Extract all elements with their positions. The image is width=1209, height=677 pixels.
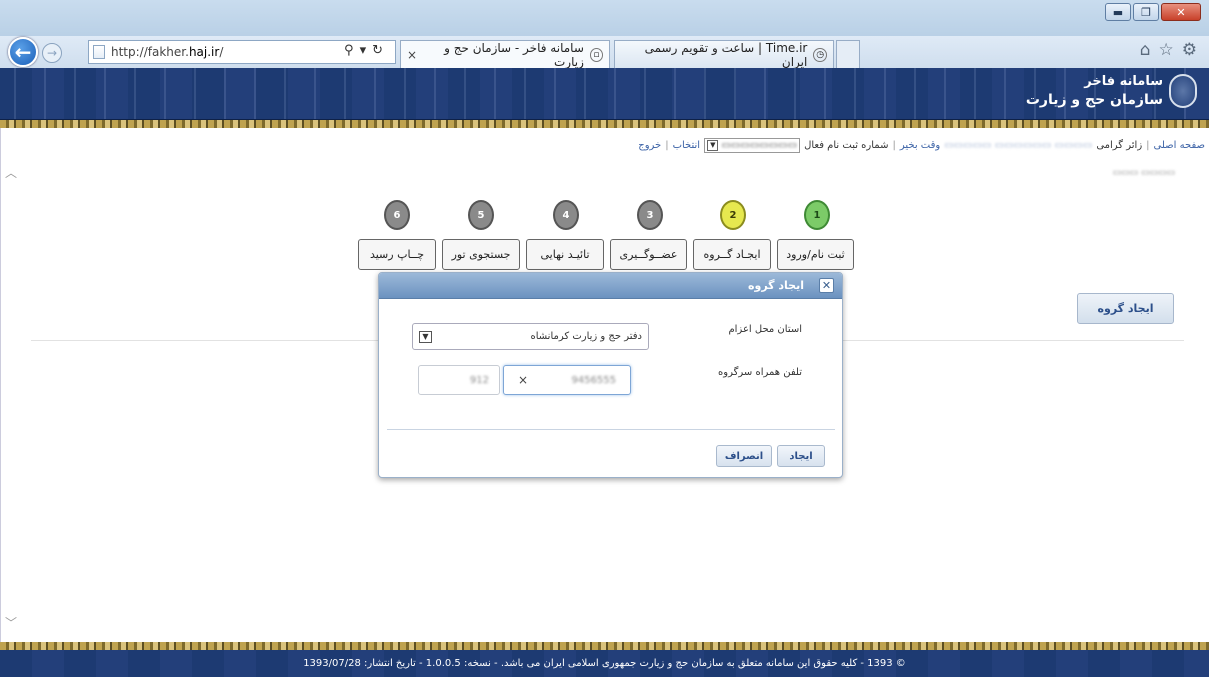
chevron-down-icon: ▼	[419, 330, 432, 343]
separator: |	[892, 140, 896, 151]
reg-number-redacted: ▭▭▭▭▭▭▭▭	[721, 140, 798, 151]
forward-button[interactable]: →	[42, 43, 62, 63]
step-6-indicator: 6	[384, 200, 410, 230]
address-bar[interactable]: http://fakher. haj.ir / ⚲▾↻	[88, 40, 396, 64]
user-nav: صفحه اصلی | زائر گرامی ▭▭▭▭ ▭▭▭▭▭▭ ▭▭▭▭▭…	[638, 138, 1205, 153]
site-title: سامانه فاخر سازمان حج و زیارت	[1026, 73, 1163, 109]
page-icon: ▫	[589, 47, 603, 62]
step-tab-final-approval[interactable]: تائیـد نهایی	[526, 239, 604, 270]
phone-prefix-input[interactable]: 912	[418, 365, 500, 395]
step-tab-membership[interactable]: عضــوگــیری	[610, 239, 687, 270]
restore-button[interactable]: ❐	[1133, 3, 1159, 21]
registration-select[interactable]: ▭▭▭▭▭▭▭▭ ▼	[704, 138, 801, 153]
footer-text: © 1393 - کلیه حقوق این سامانه متعلق به س…	[303, 658, 906, 669]
refresh-icon[interactable]: ↻	[372, 43, 389, 58]
page-icon	[93, 45, 105, 59]
close-window-button[interactable]: ✕	[1161, 3, 1201, 21]
browser-navbar: ← → http://fakher. haj.ir / ⚲▾↻ ▫ سامانه ف…	[0, 36, 1209, 69]
step-tab-tour-search[interactable]: جستجوی تور	[442, 239, 520, 270]
arrow-left-icon: ←	[14, 40, 32, 64]
site-logo	[1169, 74, 1197, 108]
phone-label: تلفن همراه سرگروه	[718, 367, 802, 378]
site-title-line2: سازمان حج و زیارت	[1025, 92, 1163, 108]
close-icon[interactable]: ✕	[819, 278, 834, 293]
tab-time-ir[interactable]: ◷ Time.ir | ساعت و تقویم رسمی ایران	[614, 40, 834, 69]
separator: |	[665, 140, 669, 151]
star-icon[interactable]: ☆	[1159, 40, 1174, 60]
url-suffix: /	[219, 45, 224, 59]
create-button[interactable]: ایجاد	[777, 445, 825, 467]
select-link[interactable]: انتخاب	[673, 140, 701, 151]
active-reg-label: شماره ثبت نام فعال	[804, 140, 889, 151]
scroll-up-icon[interactable]: ︿	[5, 164, 17, 181]
dialog-titlebar: ✕ ایجاد گروه	[379, 273, 842, 299]
site-brand: سامانه فاخر سازمان حج و زیارت	[1026, 73, 1197, 109]
back-button[interactable]: ←	[8, 37, 38, 67]
new-tab-button[interactable]	[836, 40, 860, 68]
separator: |	[1146, 140, 1150, 151]
step-tab-print-receipt[interactable]: چــاپ رسید	[358, 239, 436, 270]
ornament-border-top	[0, 120, 1209, 128]
divider	[31, 340, 381, 341]
address-tools: ⚲▾↻	[344, 43, 389, 58]
step-1-indicator: 1	[804, 200, 830, 230]
tab-fakher[interactable]: ▫ سامانه فاخر - سازمان حج و زیارت ×	[400, 40, 610, 69]
home-link[interactable]: صفحه اصلی	[1154, 140, 1205, 151]
search-icon[interactable]: ⚲	[344, 43, 360, 58]
step-5-indicator: 5	[468, 200, 494, 230]
step-2-indicator: 2	[720, 200, 746, 230]
tab-title: Time.ir | ساعت و تقویم رسمی ایران	[644, 40, 808, 69]
site-title-line1: سامانه فاخر	[1084, 74, 1163, 89]
create-group-dialog: ✕ ایجاد گروه استان محل اعزام دفتر حج و ز…	[378, 272, 843, 478]
chevron-down-icon: ▼	[707, 140, 719, 151]
greeting-prefix: زائر گرامی	[1096, 140, 1143, 151]
logout-link[interactable]: خروج	[638, 140, 661, 151]
phone-prefix-value: 912	[469, 374, 489, 386]
clear-icon[interactable]: ×	[518, 373, 528, 387]
site-banner: سامانه فاخر سازمان حج و زیارت	[0, 68, 1209, 120]
province-select[interactable]: دفتر حج و زیارت کرمانشاه ▼	[412, 323, 649, 350]
step-tab-create-group[interactable]: ایجـاد گــروه	[693, 239, 771, 270]
url-prefix: http://fakher.	[111, 45, 189, 59]
browser-toolbar: ⌂ ☆ ⚙	[1140, 40, 1197, 60]
phone-number-input[interactable]: × 9456555	[503, 365, 631, 395]
phone-number-value: 9456555	[571, 374, 616, 386]
url-domain: haj.ir	[188, 45, 220, 59]
scroll-down-icon[interactable]: ﹀	[5, 614, 17, 631]
window-controls: ▬ ❐ ✕	[1105, 3, 1201, 21]
user-id-redacted: ▭▭▭ ▭▭▭▭	[1112, 168, 1175, 178]
dropdown-icon[interactable]: ▾	[360, 43, 373, 58]
window-titlebar: ▬ ❐ ✕	[0, 0, 1209, 36]
tab-title: سامانه فاخر - سازمان حج و زیارت	[444, 40, 584, 69]
step-3-indicator: 3	[637, 200, 663, 230]
greeting-suffix: وقت بخیر	[899, 140, 941, 151]
cancel-button[interactable]: انصراف	[716, 445, 772, 467]
home-icon[interactable]: ⌂	[1140, 40, 1151, 60]
dialog-title: ایجاد گروه	[747, 279, 804, 292]
minimize-button[interactable]: ▬	[1105, 3, 1131, 21]
arrow-right-icon: →	[46, 46, 58, 60]
divider	[839, 340, 1184, 341]
province-value: دفتر حج و زیارت کرمانشاه	[530, 331, 642, 342]
ornament-border-bottom	[0, 642, 1209, 650]
gear-icon[interactable]: ⚙	[1182, 40, 1197, 60]
dialog-divider	[387, 429, 835, 430]
step-4-indicator: 4	[553, 200, 579, 230]
create-group-button[interactable]: ایجاد گروه	[1077, 293, 1174, 324]
close-tab-icon[interactable]: ×	[407, 48, 417, 62]
clock-icon: ◷	[813, 47, 827, 62]
step-tab-register[interactable]: ثبت نام/ورود	[777, 239, 854, 270]
page-footer: © 1393 - کلیه حقوق این سامانه متعلق به س…	[0, 650, 1209, 677]
user-name-redacted: ▭▭▭▭ ▭▭▭▭▭▭ ▭▭▭▭▭	[944, 140, 1093, 151]
province-label: استان محل اعزام	[728, 324, 802, 335]
